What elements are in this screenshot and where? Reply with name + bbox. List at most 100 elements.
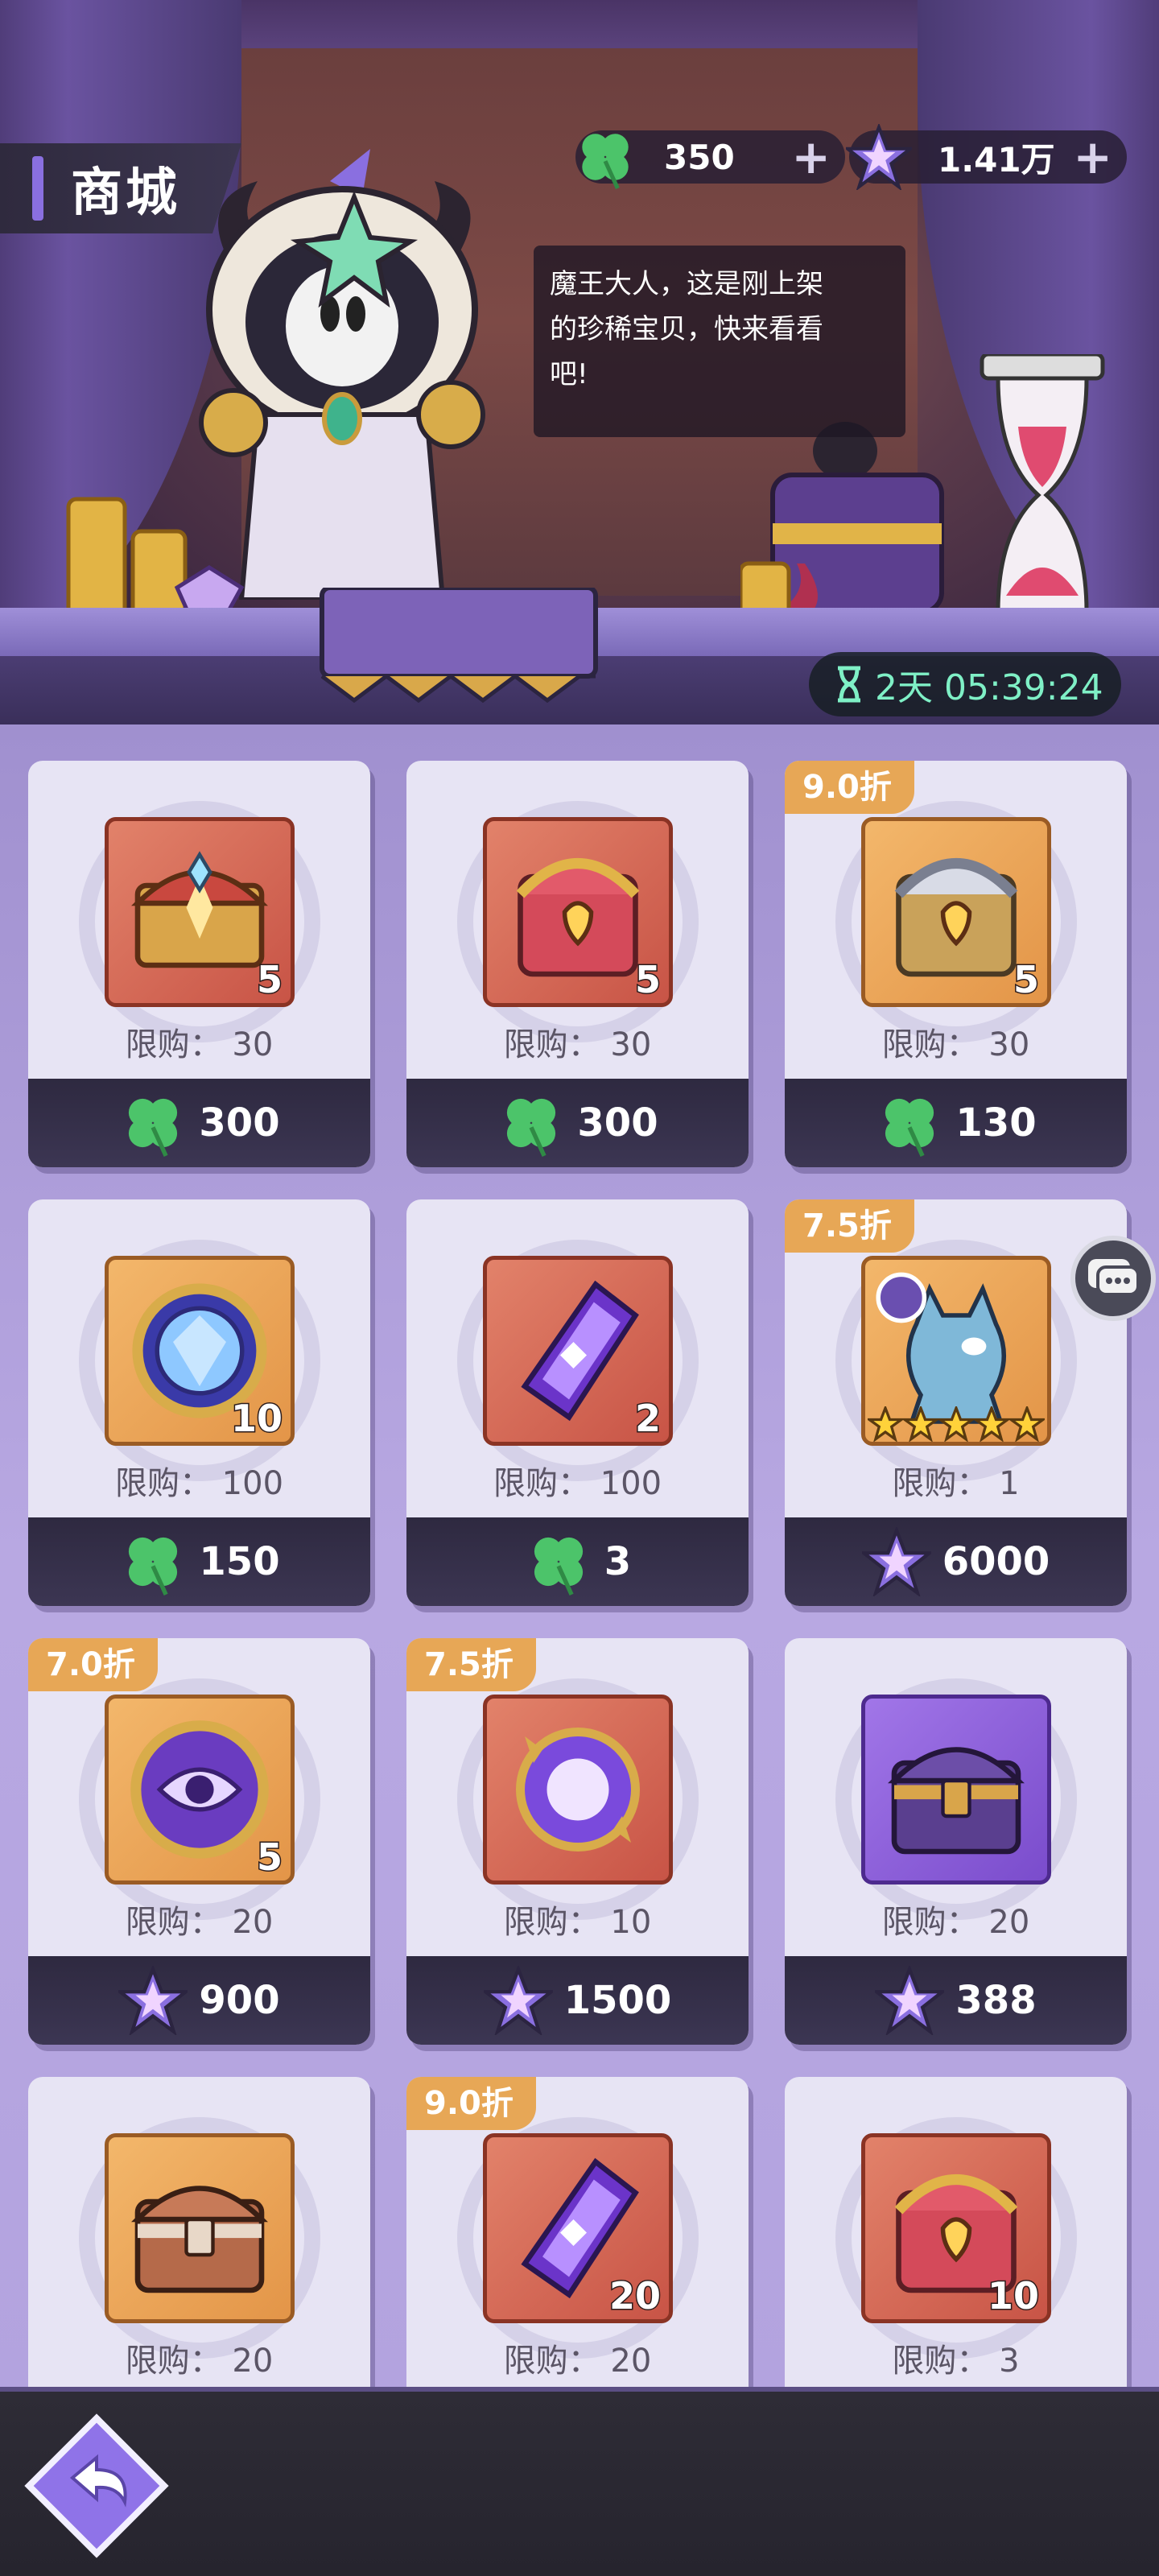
purchase-limit-value: 30 <box>610 1026 652 1063</box>
purchase-limit: 限购： 20 <box>785 1896 1127 1942</box>
item-icon-frame <box>861 1695 1051 1885</box>
purchase-limit-value: 30 <box>988 1026 1030 1063</box>
purchase-limit: 限购： 100 <box>406 1457 749 1504</box>
purchase-limit-label: 限购： <box>503 1904 600 1941</box>
title-accent-bar <box>32 156 43 221</box>
purchase-limit: 限购： 30 <box>785 1018 1127 1065</box>
item-icon-frame: 5 <box>105 817 295 1007</box>
chat-button[interactable] <box>1070 1236 1156 1321</box>
purchase-limit-label: 限购： <box>125 1904 222 1941</box>
shop-item-card[interactable]: 限购： 20 <box>28 2077 370 2391</box>
buy-button[interactable]: 1500 <box>406 1956 749 2045</box>
shop-item-card[interactable]: 7.5折 限购： 10 1500 <box>406 1638 749 2045</box>
item-quantity: 5 <box>255 957 283 1003</box>
add-clover-button[interactable]: + <box>791 134 831 180</box>
purchase-limit: 限购： 20 <box>28 2334 370 2381</box>
price-value: 900 <box>199 1978 280 2023</box>
speech-line-1: 魔王大人，这是刚上架 <box>550 268 823 300</box>
price-value: 300 <box>199 1100 280 1146</box>
bottom-nav-bar <box>0 2387 1159 2576</box>
shopkeeper-speech-bubble: 魔王大人，这是刚上架 的珍稀宝贝，快来看看 吧! <box>534 246 905 437</box>
back-button[interactable] <box>24 2413 169 2558</box>
star-crystal-icon <box>483 1966 553 2035</box>
item-quantity: 5 <box>255 1835 283 1880</box>
discount-badge: 9.0折 <box>406 2077 536 2130</box>
add-star-button[interactable]: + <box>1073 134 1112 180</box>
shop-item-card[interactable]: 10 限购： 3 <box>785 2077 1127 2391</box>
purchase-limit: 限购： 10 <box>406 1896 749 1942</box>
price-value: 300 <box>577 1100 658 1146</box>
item-icon-frame: 20 <box>483 2133 673 2323</box>
clover-icon <box>129 1537 178 1596</box>
shop-item-card[interactable]: 5 限购： 30 300 <box>28 761 370 1167</box>
purchase-limit-label: 限购： <box>881 1026 979 1063</box>
purchase-limit-label: 限购： <box>114 1465 212 1502</box>
price-value: 150 <box>199 1539 280 1584</box>
shop-item-card[interactable]: 2 限购： 100 3 <box>406 1199 749 1606</box>
item-quantity: 10 <box>229 1396 283 1442</box>
clover-icon <box>507 1098 556 1157</box>
item-icon-frame: 10 <box>105 1256 295 1446</box>
wood-chest-icon <box>131 2186 268 2293</box>
purchase-limit-value: 30 <box>232 1026 274 1063</box>
star-currency-display: 1.41万 + <box>846 124 1127 190</box>
purchase-limit-label: 限购： <box>503 1026 600 1063</box>
shop-item-card[interactable]: 10 限购： 100 150 <box>28 1199 370 1606</box>
buy-button[interactable]: 3 <box>406 1517 749 1606</box>
clover-icon <box>534 1537 583 1596</box>
purchase-limit-label: 限购： <box>892 1465 989 1502</box>
magic-orb-icon <box>516 1728 640 1852</box>
purchase-limit: 限购： 20 <box>406 2334 749 2381</box>
purchase-limit-value: 3 <box>999 2343 1020 2380</box>
item-quantity: 20 <box>608 2273 662 2319</box>
item-icon-frame: 10 <box>861 2133 1051 2323</box>
star-icon <box>1009 1406 1045 1442</box>
buy-button[interactable]: 388 <box>785 1956 1127 2045</box>
item-quantity: 5 <box>1012 957 1040 1003</box>
chat-icon <box>1088 1259 1140 1296</box>
purchase-limit: 限购： 20 <box>28 1896 370 1942</box>
purchase-limit-label: 限购： <box>125 2343 222 2380</box>
clover-icon <box>129 1098 178 1157</box>
item-icon-frame <box>483 1695 673 1885</box>
item-quantity: 10 <box>986 2273 1040 2319</box>
purchase-limit-value: 20 <box>232 2343 274 2380</box>
shop-item-card[interactable]: 5 限购： 30 300 <box>406 761 749 1167</box>
shop-item-card[interactable]: 9.0折 20 限购： 20 <box>406 2077 749 2391</box>
purchase-limit-label: 限购： <box>892 2343 989 2380</box>
buy-button[interactable]: 6000 <box>785 1517 1127 1606</box>
clover-amount: 350 <box>664 137 735 177</box>
item-quantity: 2 <box>633 1396 662 1442</box>
star-amount: 1.41万 <box>938 139 1055 180</box>
hourglass-icon <box>980 354 1105 636</box>
star-rating <box>865 1406 1047 1442</box>
buy-button[interactable]: 150 <box>28 1517 370 1606</box>
item-icon-frame <box>861 1256 1051 1446</box>
purchase-limit-value: 100 <box>600 1465 662 1502</box>
star-crystal-icon <box>875 1966 945 2035</box>
price-value: 3 <box>604 1539 632 1584</box>
speech-line-2: 的珍稀宝贝，快来看看 <box>550 313 823 345</box>
item-quantity: 5 <box>633 957 662 1003</box>
shop-item-card[interactable]: 9.0折 5 限购： 30 130 <box>785 761 1127 1167</box>
buy-button[interactable]: 900 <box>28 1956 370 2045</box>
purchase-limit-label: 限购： <box>881 1904 979 1941</box>
star-crystal-icon <box>846 124 912 190</box>
price-value: 6000 <box>942 1539 1050 1584</box>
purchase-limit-value: 100 <box>221 1465 284 1502</box>
shop-item-card[interactable]: 7.0折 5 限购： 20 900 <box>28 1638 370 2045</box>
buy-button[interactable]: 130 <box>785 1079 1127 1167</box>
discount-badge: 7.5折 <box>406 1638 536 1691</box>
buy-button[interactable]: 300 <box>406 1079 749 1167</box>
star-icon <box>938 1406 974 1442</box>
discount-badge: 9.0折 <box>785 761 914 814</box>
shop-item-card[interactable]: 限购： 20 388 <box>785 1638 1127 2045</box>
purchase-limit-value: 10 <box>610 1904 652 1941</box>
price-value: 1500 <box>563 1978 672 2023</box>
purchase-limit-label: 限购： <box>125 1026 222 1063</box>
shopkeeper-character-icon <box>199 149 485 600</box>
hourglass-icon <box>838 666 860 703</box>
item-icon-frame: 2 <box>483 1256 673 1446</box>
page-title-tab: 商城 <box>0 143 241 233</box>
buy-button[interactable]: 300 <box>28 1079 370 1167</box>
